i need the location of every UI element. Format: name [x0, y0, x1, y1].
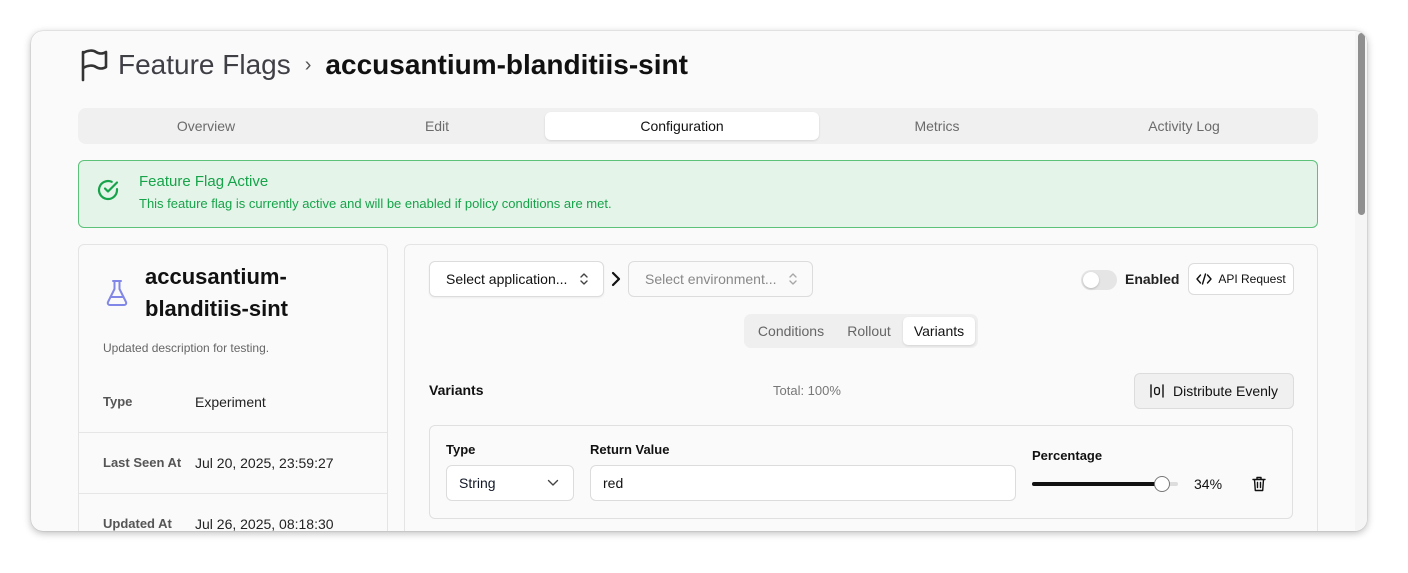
configuration-panel: Select application... Select environment… — [404, 244, 1318, 531]
breadcrumb-feature-flags[interactable]: Feature Flags — [118, 49, 291, 81]
check-circle-icon — [97, 179, 119, 201]
scrollbar[interactable] — [1355, 31, 1367, 531]
distribute-evenly-label: Distribute Evenly — [1172, 383, 1279, 399]
api-request-button[interactable]: API Request — [1188, 263, 1294, 295]
environment-select[interactable]: Select environment... — [628, 261, 813, 297]
alert-title: Feature Flag Active — [139, 173, 269, 190]
chevrons-up-down-icon — [789, 273, 797, 285]
tab-metrics[interactable]: Metrics — [819, 112, 1055, 140]
detail-key: Type — [103, 394, 133, 409]
tab-activity-log[interactable]: Activity Log — [1055, 112, 1313, 140]
flag-name: accusantium-blanditiis-sint — [145, 264, 288, 321]
flask-icon — [106, 280, 128, 306]
flag-description: Updated description for testing. — [103, 341, 270, 355]
detail-value: Jul 26, 2025, 08:18:30 — [195, 516, 334, 531]
main-tabs: Overview Edit Configuration Metrics Acti… — [78, 108, 1318, 144]
environment-select-label: Select environment... — [645, 271, 777, 287]
trash-icon[interactable] — [1252, 476, 1266, 492]
flag-details-panel: accusantium-blanditiis-sint Updated desc… — [78, 244, 388, 531]
detail-row-last-seen: Last Seen At Jul 20, 2025, 23:59:27 — [79, 433, 387, 494]
variant-type-value: String — [459, 475, 496, 491]
variants-total: Total: 100% — [773, 383, 841, 398]
return-value-label: Return Value — [590, 442, 670, 457]
detail-key: Last Seen At — [103, 455, 182, 470]
distribute-icon — [1150, 384, 1164, 398]
application-select[interactable]: Select application... — [429, 261, 604, 297]
detail-value: Experiment — [195, 394, 266, 410]
variant-type-label: Type — [446, 442, 476, 457]
chevron-right-icon — [611, 271, 621, 287]
detail-row-type: Type Experiment — [79, 372, 387, 433]
enabled-toggle[interactable] — [1081, 270, 1117, 290]
code-icon — [1196, 273, 1213, 285]
toggle-knob — [1083, 272, 1099, 288]
detail-row-updated-at: Updated At Jul 26, 2025, 08:18:30 — [79, 494, 387, 531]
application-select-label: Select application... — [446, 271, 568, 287]
tab-configuration[interactable]: Configuration — [545, 112, 819, 140]
variants-heading: Variants — [429, 382, 484, 398]
status-alert: Feature Flag Active This feature flag is… — [78, 160, 1318, 228]
variant-type-select[interactable]: String — [446, 465, 574, 501]
slider-thumb[interactable] — [1154, 476, 1170, 492]
app-window: Feature Flags › accusantium-blanditiis-s… — [31, 31, 1367, 531]
alert-description: This feature flag is currently active an… — [139, 196, 612, 211]
detail-value: Jul 20, 2025, 23:59:27 — [195, 455, 334, 471]
percentage-slider[interactable] — [1032, 474, 1178, 494]
page-header: Feature Flags › accusantium-blanditiis-s… — [78, 45, 688, 85]
scrollbar-thumb[interactable] — [1358, 33, 1365, 215]
chevrons-up-down-icon — [580, 273, 588, 285]
breadcrumb-separator: › — [304, 53, 312, 76]
subtab-variants[interactable]: Variants — [903, 317, 975, 345]
tab-edit[interactable]: Edit — [326, 112, 548, 140]
subtab-rollout[interactable]: Rollout — [834, 317, 904, 345]
page-title: accusantium-blanditiis-sint — [325, 49, 688, 80]
config-subtabs: Conditions Rollout Variants — [744, 314, 978, 348]
percentage-label: Percentage — [1032, 448, 1103, 463]
tab-overview[interactable]: Overview — [82, 112, 330, 140]
subtab-conditions[interactable]: Conditions — [748, 317, 834, 345]
distribute-evenly-button[interactable]: Distribute Evenly — [1134, 373, 1294, 409]
return-value-input[interactable] — [590, 465, 1016, 501]
percentage-value: 34% — [1194, 476, 1223, 492]
detail-key: Updated At — [103, 516, 172, 531]
chevron-down-icon — [547, 479, 559, 486]
flag-icon — [81, 49, 108, 82]
enabled-label: Enabled — [1125, 271, 1180, 287]
api-request-label: API Request — [1218, 272, 1286, 286]
variant-card: Type String Return Value Percentage 34% — [429, 425, 1293, 519]
slider-fill — [1032, 482, 1162, 486]
